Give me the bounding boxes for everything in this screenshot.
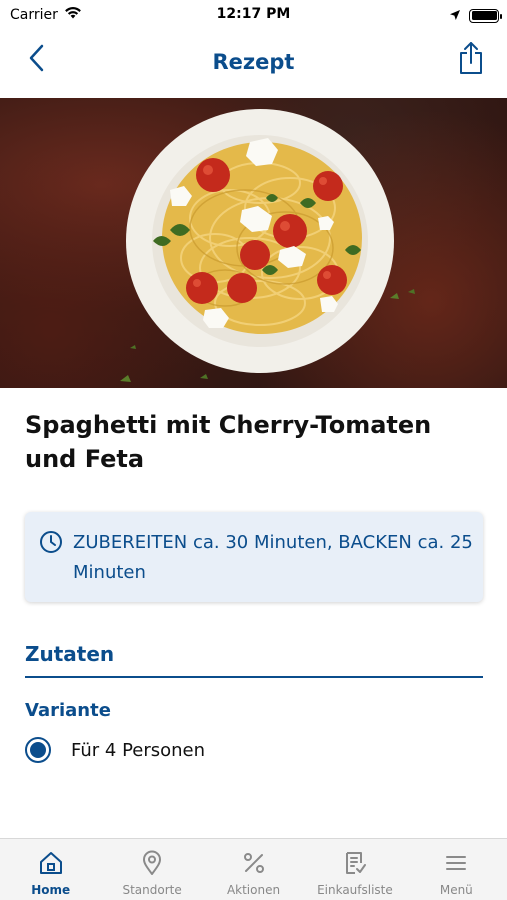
preparation-time-card: ZUBEREITEN ca. 30 Minuten, BACKEN ca. 25… — [25, 512, 483, 602]
recipe-image — [0, 98, 507, 388]
tab-standorte-label: Standorte — [122, 883, 182, 897]
tab-menu-label: Menü — [439, 883, 473, 897]
status-bar: Carrier 12:17 PM — [0, 0, 507, 30]
tab-menu[interactable]: Menü — [406, 839, 507, 900]
share-icon — [458, 41, 484, 79]
variant-option-label: Für 4 Personen — [71, 739, 206, 761]
tab-einkaufsliste-label: Einkaufsliste — [317, 883, 393, 897]
tab-bar: Home Standorte Aktionen Einkaufsliste Me… — [0, 838, 507, 900]
shopping-list-icon — [341, 849, 369, 877]
location-pin-icon — [138, 849, 166, 877]
location-arrow-icon — [449, 6, 461, 25]
status-right-group — [449, 6, 502, 25]
variant-label: Variante — [25, 700, 111, 721]
page-title: Rezept — [212, 50, 295, 74]
radio-button[interactable] — [25, 737, 51, 763]
preparation-time-text: ZUBEREITEN ca. 30 Minuten, BACKEN ca. 25… — [73, 532, 473, 583]
tab-einkaufsliste[interactable]: Einkaufsliste — [304, 839, 405, 900]
variant-option-4-persons[interactable]: Für 4 Personen — [25, 734, 205, 766]
status-time: 12:17 PM — [216, 6, 291, 22]
menu-icon — [442, 849, 470, 877]
tab-home-label: Home — [31, 883, 71, 897]
navigation-bar: Rezept — [0, 30, 507, 98]
tab-standorte[interactable]: Standorte — [101, 839, 202, 900]
ingredients-heading: Zutaten — [25, 642, 115, 666]
home-icon — [37, 849, 65, 877]
percent-icon — [240, 849, 268, 877]
section-divider — [25, 676, 483, 678]
recipe-title: Spaghetti mit Cherry-Tomaten und Feta — [25, 411, 432, 473]
pasta-plate-illustration — [120, 109, 415, 382]
tab-home[interactable]: Home — [0, 839, 101, 900]
tab-aktionen-label: Aktionen — [226, 883, 281, 897]
clock-icon — [39, 530, 63, 554]
battery-icon — [469, 8, 502, 23]
radio-selected-dot — [30, 742, 46, 758]
tab-aktionen[interactable]: Aktionen — [203, 839, 304, 900]
share-button[interactable] — [453, 40, 489, 80]
